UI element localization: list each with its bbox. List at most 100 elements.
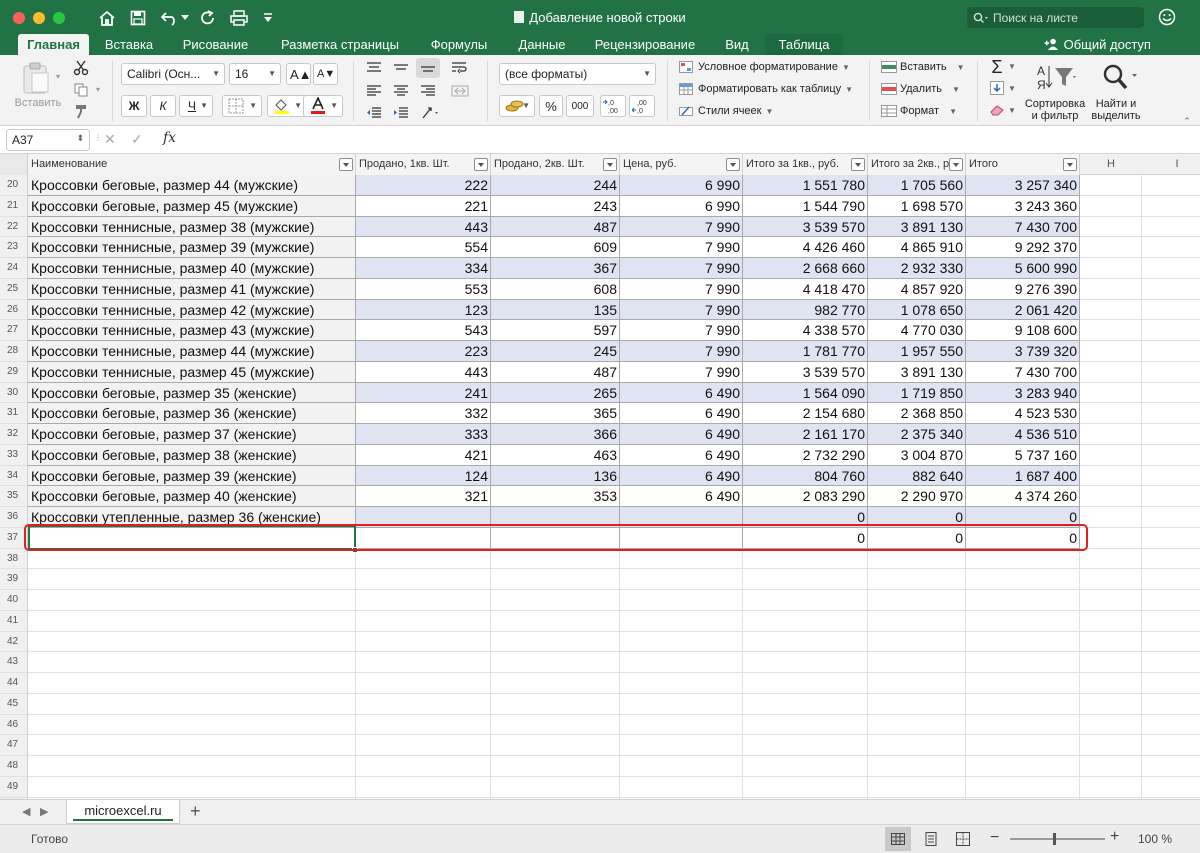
- cell-name[interactable]: Кроссовки теннисные, размер 43 (мужские): [28, 320, 356, 341]
- cell-q1-total[interactable]: 3 539 570: [743, 216, 868, 238]
- row-number[interactable]: 48: [0, 756, 27, 777]
- cell-q2-sold[interactable]: 245: [491, 341, 620, 362]
- row-number[interactable]: 46: [0, 715, 27, 736]
- cell-q2-sold[interactable]: 366: [491, 424, 620, 445]
- cell-price[interactable]: 7 990: [620, 341, 743, 362]
- cell-price[interactable]: 7 990: [620, 278, 743, 300]
- column-letter-h[interactable]: H: [1080, 154, 1142, 175]
- row-number[interactable]: 43: [0, 652, 27, 673]
- cell-q2-sold[interactable]: 367: [491, 258, 620, 279]
- share-button[interactable]: Общий доступ: [1044, 34, 1151, 55]
- row-number[interactable]: 24: [0, 258, 27, 279]
- normal-view-button[interactable]: [885, 827, 911, 851]
- cell-q2-total[interactable]: 3 891 130: [868, 216, 966, 238]
- cell-price[interactable]: 6 490: [620, 444, 743, 466]
- cell-q1-sold[interactable]: 241: [356, 382, 491, 404]
- zoom-in-button[interactable]: +: [1110, 828, 1119, 846]
- cell-q2-sold[interactable]: 135: [491, 299, 620, 321]
- cell-q2-sold[interactable]: 265: [491, 382, 620, 404]
- tab-draw[interactable]: Рисование: [172, 34, 259, 55]
- decrease-font-size-button[interactable]: A▼: [313, 63, 338, 85]
- cell-q2-sold[interactable]: 136: [491, 465, 620, 487]
- fill-down-icon[interactable]: [987, 79, 1007, 97]
- cell-q1-sold[interactable]: 543: [356, 320, 491, 341]
- cell-q1-sold[interactable]: 554: [356, 237, 491, 258]
- cell-total[interactable]: 4 523 530: [966, 403, 1080, 424]
- cell-total[interactable]: 3 243 360: [966, 195, 1080, 217]
- tab-home[interactable]: Главная: [18, 34, 89, 55]
- undo-dropdown-icon[interactable]: [180, 8, 190, 28]
- close-window-button[interactable]: [13, 12, 25, 24]
- wrap-text-button[interactable]: [448, 58, 472, 78]
- row-number[interactable]: 42: [0, 632, 27, 653]
- cell-q1-total[interactable]: 4 338 570: [743, 320, 868, 341]
- cell-price[interactable]: 7 990: [620, 237, 743, 258]
- cell-q2-sold[interactable]: 244: [491, 175, 620, 196]
- filter-dropdown-icon[interactable]: [1063, 158, 1077, 171]
- tab-formulas[interactable]: Формулы: [420, 34, 498, 55]
- cell-q1-total[interactable]: 804 760: [743, 465, 868, 487]
- tab-insert[interactable]: Вставка: [96, 34, 162, 55]
- cell-q2-sold[interactable]: 487: [491, 361, 620, 383]
- cell-name[interactable]: Кроссовки беговые, размер 36 (женские): [28, 403, 356, 424]
- cell-q2-total[interactable]: 1 698 570: [868, 195, 966, 217]
- cell-q1-total[interactable]: 4 426 460: [743, 237, 868, 258]
- cell-q2-sold[interactable]: 487: [491, 216, 620, 238]
- cell-q2-total[interactable]: 1 705 560: [868, 175, 966, 196]
- cell-name[interactable]: Кроссовки беговые, размер 45 (мужские): [28, 195, 356, 217]
- cell-q2-total[interactable]: 4 770 030: [868, 320, 966, 341]
- cell-total[interactable]: 7 430 700: [966, 361, 1080, 383]
- decrease-decimal-button[interactable]: ,00,0: [629, 95, 655, 117]
- cell-name[interactable]: Кроссовки теннисные, размер 38 (мужские): [28, 216, 356, 238]
- cell-price[interactable]: 6 490: [620, 403, 743, 424]
- copy-dropdown-icon[interactable]: ▾: [93, 84, 103, 94]
- insert-function-button[interactable]: fx: [163, 130, 176, 146]
- filter-dropdown-icon[interactable]: [339, 158, 353, 171]
- cell-q1-sold[interactable]: 123: [356, 299, 491, 321]
- redo-icon[interactable]: [198, 8, 218, 28]
- cell-name[interactable]: Кроссовки теннисные, размер 44 (мужские): [28, 341, 356, 362]
- cell-q2-sold[interactable]: 463: [491, 444, 620, 466]
- fill-dropdown-icon[interactable]: ▼: [1007, 83, 1017, 93]
- cell-total[interactable]: 4 536 510: [966, 424, 1080, 445]
- filter-dropdown-icon[interactable]: [603, 158, 617, 171]
- cell-total[interactable]: 2 061 420: [966, 299, 1080, 321]
- row-number[interactable]: 33: [0, 445, 27, 466]
- row-number[interactable]: 47: [0, 735, 27, 756]
- save-icon[interactable]: [128, 8, 148, 28]
- decrease-indent-button[interactable]: [362, 103, 386, 123]
- format-as-table-button[interactable]: Форматировать как таблицу ▼: [679, 83, 853, 95]
- align-middle-button[interactable]: [389, 58, 413, 78]
- row-number[interactable]: 31: [0, 403, 27, 424]
- cell-name[interactable]: Кроссовки теннисные, размер 40 (мужские): [28, 258, 356, 279]
- cell-price[interactable]: 6 490: [620, 465, 743, 487]
- row-number[interactable]: 38: [0, 549, 27, 570]
- cell-q1-sold[interactable]: 321: [356, 486, 491, 507]
- page-layout-view-button[interactable]: [918, 827, 944, 851]
- align-bottom-button[interactable]: [416, 58, 440, 78]
- row-number[interactable]: 21: [0, 196, 27, 217]
- formula-input[interactable]: [190, 129, 1195, 151]
- font-name-select[interactable]: Calibri (Осн... ▼: [121, 63, 225, 85]
- cell-price[interactable]: 7 990: [620, 361, 743, 383]
- row-number[interactable]: 45: [0, 694, 27, 715]
- number-format-select[interactable]: (все форматы) ▼: [499, 63, 656, 85]
- increase-indent-button[interactable]: [389, 103, 413, 123]
- bold-button[interactable]: Ж: [121, 95, 147, 117]
- cell-q1-total[interactable]: 1 544 790: [743, 195, 868, 217]
- cell-price[interactable]: 6 490: [620, 382, 743, 404]
- print-icon[interactable]: [229, 8, 249, 28]
- cell-price[interactable]: 6 490: [620, 424, 743, 445]
- cell-price[interactable]: 6 990: [620, 195, 743, 217]
- cell-q2-sold[interactable]: 608: [491, 278, 620, 300]
- autosum-dropdown-icon[interactable]: ▼: [1007, 61, 1017, 71]
- page-break-view-button[interactable]: [950, 827, 976, 851]
- cell-name[interactable]: Кроссовки теннисные, размер 39 (мужские): [28, 237, 356, 258]
- row-number[interactable]: 28: [0, 341, 27, 362]
- minimize-window-button[interactable]: [33, 12, 45, 24]
- row-number[interactable]: 39: [0, 569, 27, 590]
- currency-format-button[interactable]: ▼: [499, 95, 535, 117]
- row-number[interactable]: 26: [0, 300, 27, 321]
- clear-eraser-icon[interactable]: [987, 101, 1007, 119]
- paste-button[interactable]: [18, 60, 54, 96]
